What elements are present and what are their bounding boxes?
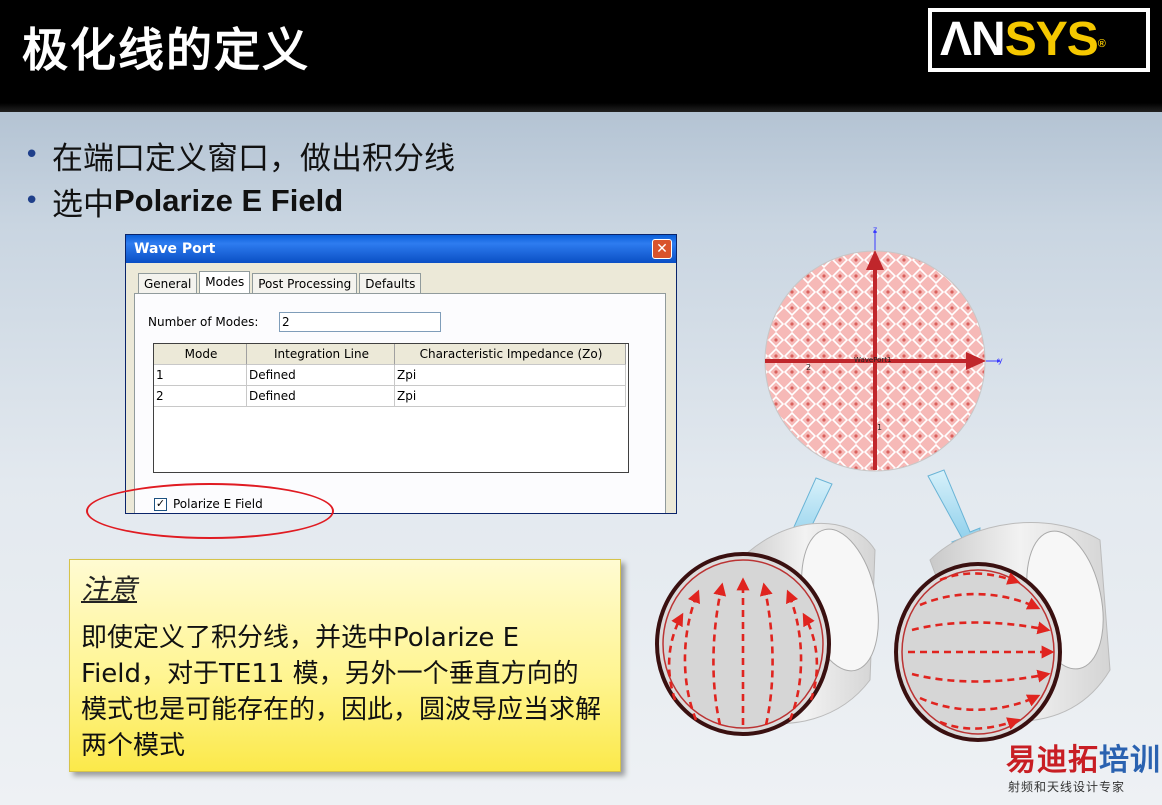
- cell-integration-line[interactable]: Defined: [247, 386, 395, 407]
- table-header-row: Mode Integration Line Characteristic Imp…: [154, 344, 628, 365]
- axis-z-label: z: [873, 225, 877, 234]
- column-header-impedance[interactable]: Characteristic Impedance (Zo): [395, 344, 626, 365]
- bullet-dot-icon: •: [24, 186, 40, 216]
- note-body: 即使定义了积分线，并选中Polarize E Field，对于TE11 模，另外…: [81, 623, 602, 761]
- waveguide-figure: z y WavePort1 2 1: [655, 225, 1111, 742]
- bullet-text: 在端口定义窗口，做出积分线: [52, 140, 455, 177]
- column-header-integration-line[interactable]: Integration Line: [247, 344, 395, 365]
- cell-mode: 1: [154, 365, 247, 386]
- tab-post-processing[interactable]: Post Processing: [252, 273, 358, 294]
- cell-impedance[interactable]: Zpi: [395, 386, 626, 407]
- bullet-text-bold: Polarize E Field: [114, 183, 344, 218]
- note-title: 注意: [81, 573, 138, 606]
- table-row[interactable]: 1 Defined Zpi: [154, 365, 628, 386]
- cell-mode: 2: [154, 386, 247, 407]
- logo-text-sys: SYS: [1004, 13, 1099, 66]
- tab-defaults[interactable]: Defaults: [359, 273, 422, 294]
- dialog-titlebar[interactable]: Wave Port ✕: [126, 235, 676, 263]
- num-modes-label: Number of Modes:: [148, 315, 259, 329]
- bullet-list: • 在端口定义窗口，做出积分线 • 选中 Polarize E Field: [24, 132, 455, 224]
- bullet-item: • 在端口定义窗口，做出积分线: [24, 132, 455, 178]
- slide-title: 极化线的定义: [22, 23, 310, 77]
- marker-2-label: 2: [806, 363, 811, 372]
- marker-1-label: 1: [877, 423, 882, 432]
- bullet-item: • 选中 Polarize E Field: [24, 178, 455, 224]
- tab-modes[interactable]: Modes: [199, 271, 251, 294]
- dialog-title: Wave Port: [134, 241, 216, 257]
- bullet-dot-icon: •: [24, 140, 40, 170]
- cell-impedance[interactable]: Zpi: [395, 365, 626, 386]
- axis-y-label: y: [998, 356, 1003, 365]
- watermark-logo: 易迪拓培训 射频和天线设计专家: [1006, 744, 1162, 805]
- wave-port-dialog: Wave Port ✕ General Modes Post Processin…: [125, 234, 677, 514]
- logo-registered-mark: ®: [1097, 38, 1106, 50]
- left-waveguide-inner: [662, 559, 824, 729]
- logo-text-an: ΛN: [940, 13, 1006, 66]
- port-name-label: WavePort1: [854, 356, 892, 364]
- note-box: 注意 即使定义了积分线，并选中Polarize E Field，对于TE11 模…: [69, 559, 621, 772]
- bullet-text-prefix: 选中: [52, 186, 114, 223]
- modes-table: Mode Integration Line Characteristic Imp…: [153, 343, 629, 473]
- watermark-main-blue: 培训: [1099, 743, 1161, 778]
- watermark-subtitle: 射频和天线设计专家: [1008, 780, 1126, 794]
- ansys-logo: ΛNSYS®: [928, 8, 1150, 72]
- column-header-mode[interactable]: Mode: [154, 344, 247, 365]
- tab-general[interactable]: General: [138, 273, 198, 294]
- table-row[interactable]: 2 Defined Zpi: [154, 386, 628, 407]
- watermark-main-red: 易迪拓: [1006, 743, 1099, 778]
- highlight-ellipse: [86, 483, 334, 539]
- cell-integration-line[interactable]: Defined: [247, 365, 395, 386]
- num-modes-input[interactable]: 2: [279, 312, 441, 332]
- slide-header: 极化线的定义 ΛNSYS®: [0, 0, 1162, 112]
